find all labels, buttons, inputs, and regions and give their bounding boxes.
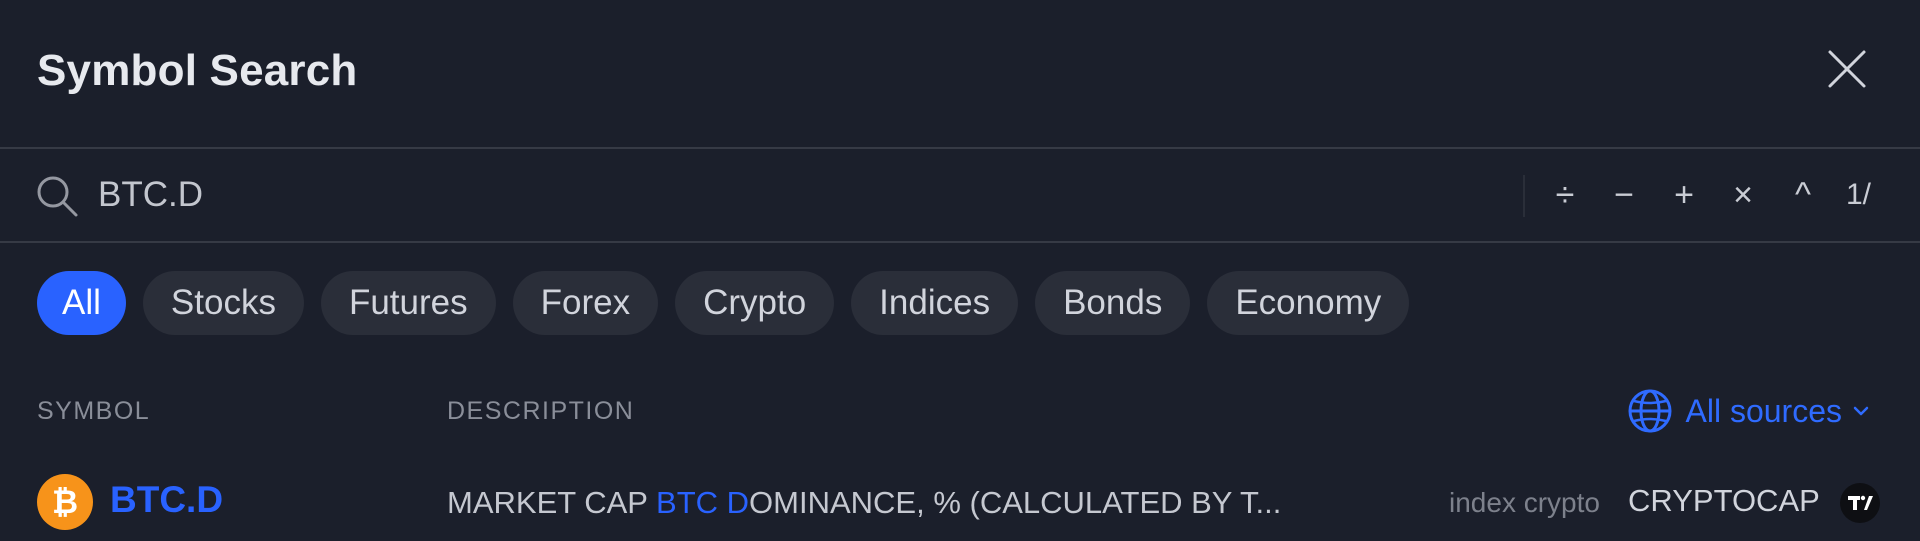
plus-operator-button[interactable]: + xyxy=(1662,169,1706,221)
symbol-search-dialog: Symbol Search ÷ − + × ^ 1/ All Stocks Fu… xyxy=(0,0,1920,541)
globe-icon xyxy=(1628,389,1671,433)
sources-dropdown[interactable]: All sources xyxy=(1626,385,1871,437)
close-icon xyxy=(1828,50,1866,88)
operator-count[interactable]: 1/ xyxy=(1846,169,1871,221)
result-exchange: CRYPTOCAP xyxy=(1628,483,1820,518)
search-input[interactable] xyxy=(98,167,1498,223)
search-divider xyxy=(0,241,1920,243)
result-description: MARKET CAP BTC DOMINANCE, % (CALCULATED … xyxy=(447,485,1281,521)
divide-operator-button[interactable]: ÷ xyxy=(1543,169,1587,221)
sources-label: All sources xyxy=(1685,392,1843,429)
result-row[interactable]: ₿ BTC.D MARKET CAP BTC DOMINANCE, % (CAL… xyxy=(0,469,1920,541)
bitcoin-icon: ₿ xyxy=(37,474,93,530)
filter-chip-crypto[interactable]: Crypto xyxy=(675,271,835,335)
close-button[interactable] xyxy=(1824,46,1870,92)
tradingview-logo-mark xyxy=(1848,495,1873,510)
result-type: index crypto xyxy=(1449,487,1600,518)
power-operator-button[interactable]: ^ xyxy=(1781,169,1825,221)
filter-chip-economy[interactable]: Economy xyxy=(1207,271,1410,335)
description-prefix: MARKET CAP xyxy=(447,485,657,520)
tradingview-logo-icon xyxy=(1840,483,1880,523)
filter-chips: All Stocks Futures Forex Crypto Indices … xyxy=(37,271,1410,335)
filter-chip-all[interactable]: All xyxy=(37,271,126,335)
filter-chip-bonds[interactable]: Bonds xyxy=(1035,271,1191,335)
description-column-header: DESCRIPTION xyxy=(447,397,635,425)
search-bar: ÷ − + × ^ 1/ xyxy=(0,149,1920,241)
search-icon xyxy=(37,176,78,217)
operators-divider xyxy=(1523,175,1525,217)
bitcoin-glyph: ₿ xyxy=(51,484,79,520)
filter-chip-forex[interactable]: Forex xyxy=(512,271,659,335)
description-suffix: OMINANCE, % (CALCULATED BY T... xyxy=(749,485,1282,520)
dialog-title: Symbol Search xyxy=(37,46,358,95)
dialog-header: Symbol Search xyxy=(0,0,1920,148)
chevron-down-icon xyxy=(1853,406,1869,416)
filter-chip-stocks[interactable]: Stocks xyxy=(142,271,304,335)
description-highlight: BTC D xyxy=(656,485,750,520)
result-symbol: BTC.D xyxy=(110,479,224,520)
symbol-column-header: SYMBOL xyxy=(37,397,151,425)
filter-chip-futures[interactable]: Futures xyxy=(320,271,496,335)
filter-chip-indices[interactable]: Indices xyxy=(851,271,1019,335)
multiply-operator-button[interactable]: × xyxy=(1721,169,1765,221)
minus-operator-button[interactable]: − xyxy=(1602,169,1646,221)
